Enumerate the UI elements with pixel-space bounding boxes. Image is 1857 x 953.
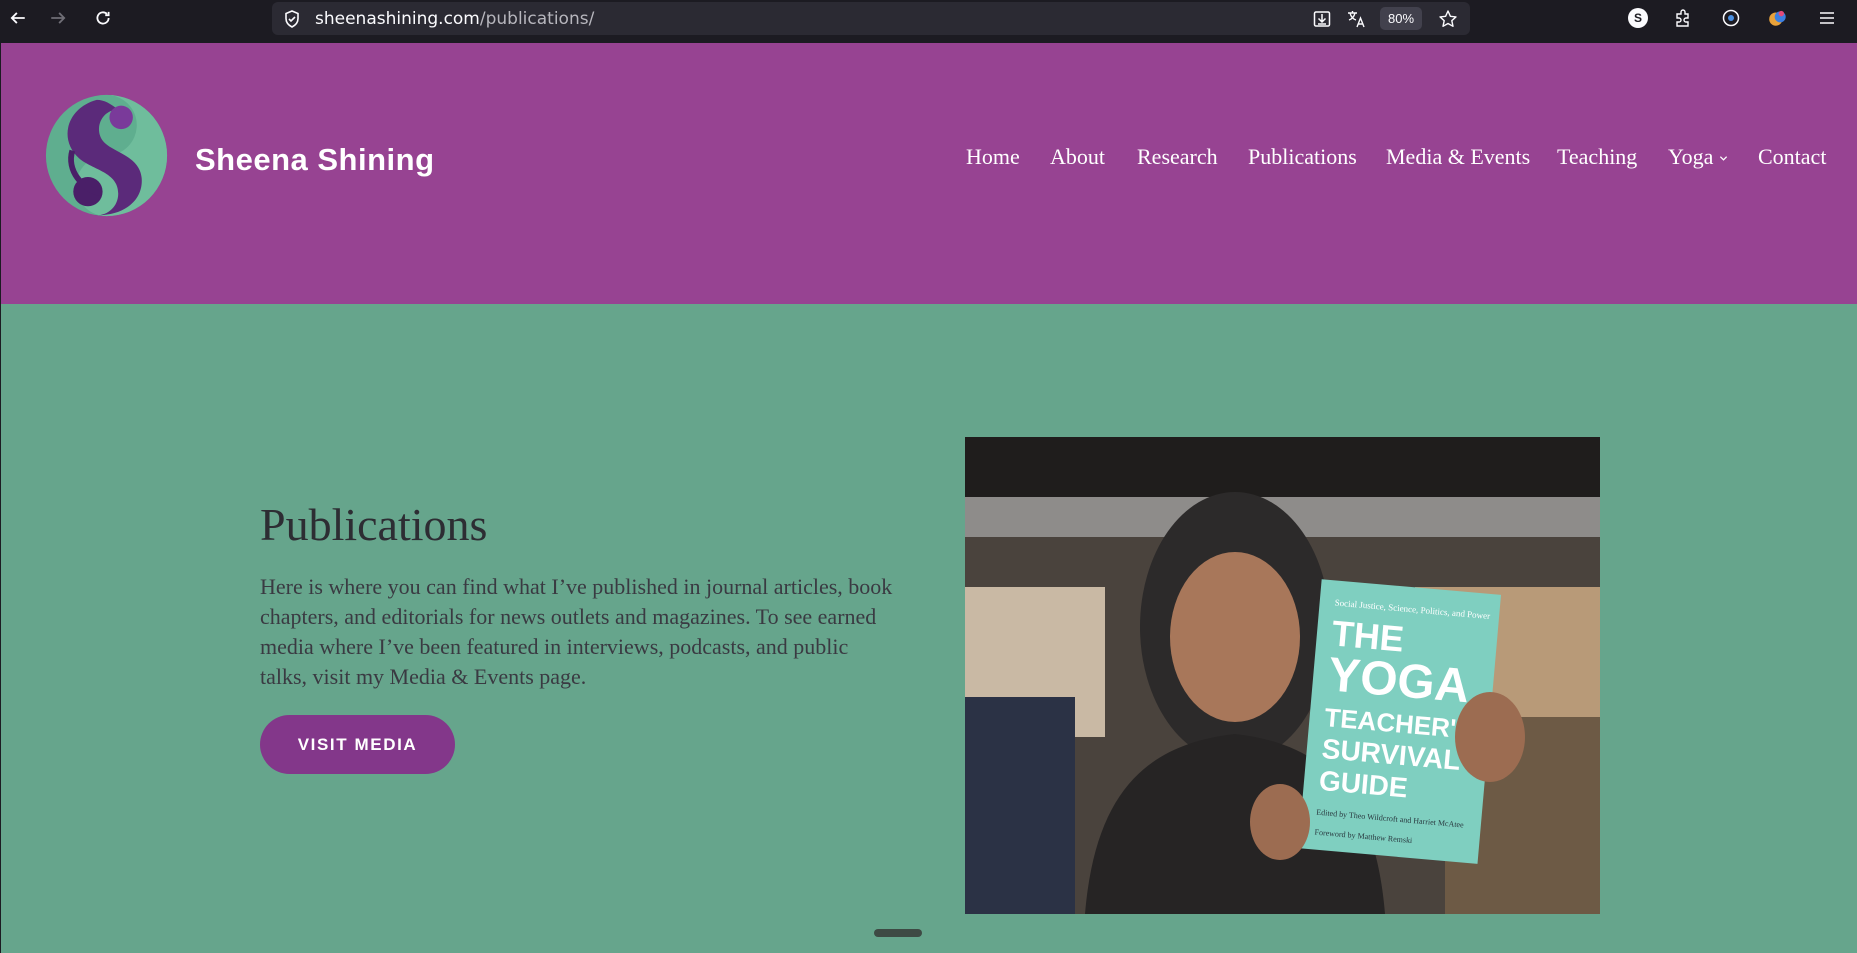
back-button[interactable] — [0, 0, 36, 36]
shield-icon[interactable] — [282, 9, 302, 29]
site-title[interactable]: Sheena Shining — [195, 142, 435, 178]
nav-home[interactable]: Home — [966, 144, 1020, 170]
reload-button[interactable] — [85, 0, 121, 36]
reload-icon — [96, 11, 110, 25]
page-title: Publications — [260, 499, 488, 550]
chevron-down-icon — [1720, 156, 1728, 162]
extensions-puzzle-icon[interactable] — [1670, 5, 1696, 31]
nav-research[interactable]: Research — [1137, 144, 1218, 170]
forward-button[interactable] — [40, 0, 76, 36]
site-header: Sheena Shining Home About Research Publi… — [1, 43, 1857, 304]
url-host: sheenashining.com — [315, 9, 480, 29]
save-page-icon[interactable] — [1310, 7, 1334, 31]
scroll-indicator[interactable] — [874, 929, 922, 937]
hero-description: Here is where you can find what I’ve pub… — [260, 574, 893, 689]
web-page: Sheena Shining Home About Research Publi… — [1, 43, 1857, 953]
hero-section: Publications Here is where you can find … — [1, 304, 1857, 953]
nav-teaching[interactable]: Teaching — [1557, 144, 1637, 170]
colorful-extension-icon[interactable] — [1765, 5, 1791, 31]
url-path: /publications/ — [479, 9, 595, 29]
extension-s-badge: S — [1628, 8, 1648, 28]
nav-yoga-label: Yoga — [1668, 144, 1714, 169]
nav-contact[interactable]: Contact — [1758, 144, 1826, 170]
zoom-level[interactable]: 80% — [1380, 7, 1422, 30]
address-bar[interactable]: sheenashining.com/publications/ 80% — [272, 2, 1470, 35]
translate-icon[interactable] — [1344, 7, 1368, 31]
privacy-extension-icon[interactable] — [1718, 5, 1744, 31]
browser-toolbar: sheenashining.com/publications/ 80% S — [0, 0, 1857, 36]
nav-about[interactable]: About — [1050, 144, 1105, 170]
nav-publications[interactable]: Publications — [1248, 144, 1357, 170]
back-arrow-icon — [10, 12, 25, 24]
bookmark-star-icon[interactable] — [1436, 7, 1460, 31]
nav-media-events[interactable]: Media & Events — [1386, 144, 1530, 170]
menu-hamburger-icon[interactable] — [1814, 5, 1840, 31]
extension-s-icon[interactable]: S — [1625, 5, 1651, 31]
visit-media-button[interactable]: VISIT MEDIA — [260, 715, 455, 774]
forward-arrow-icon — [51, 12, 66, 24]
nav-yoga[interactable]: Yoga — [1668, 144, 1728, 170]
hero-photo: Social Justice, Science, Politics, and P… — [965, 437, 1600, 914]
site-logo[interactable] — [43, 92, 170, 219]
url-text: sheenashining.com/publications/ — [315, 9, 594, 29]
